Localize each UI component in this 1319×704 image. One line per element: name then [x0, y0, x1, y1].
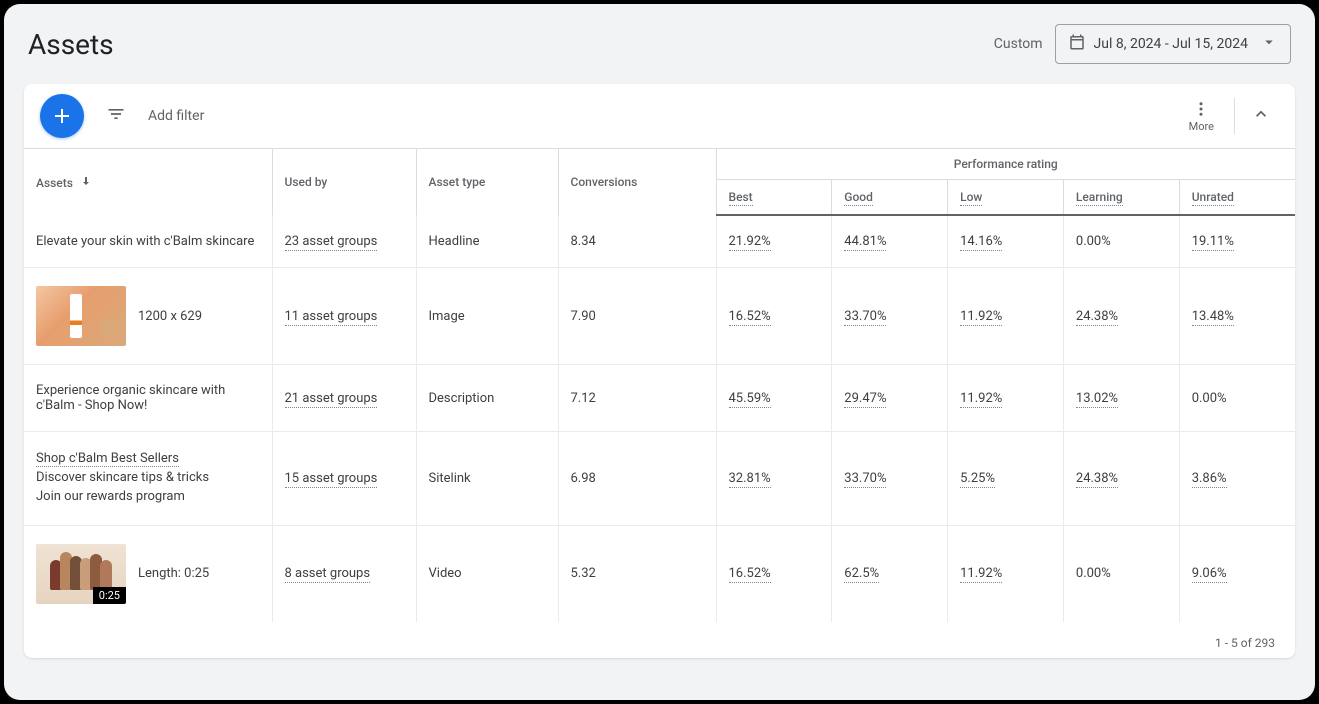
rating-good: 29.47% — [844, 391, 886, 408]
used-by-link[interactable]: 15 asset groups — [285, 471, 378, 488]
used-by-link[interactable]: 21 asset groups — [285, 391, 378, 408]
rating-good: 62.5% — [844, 566, 879, 583]
asset-type: Image — [416, 268, 558, 365]
rating-good: 33.70% — [844, 471, 886, 488]
conversions: 7.90 — [558, 268, 716, 365]
date-preset-label: Custom — [994, 36, 1043, 52]
assets-table: Assets Used by Asset type Conversions Pe… — [24, 148, 1295, 622]
rating-learning: 24.38% — [1076, 309, 1118, 326]
asset-type: Headline — [416, 215, 558, 268]
conversions: 5.32 — [558, 525, 716, 622]
asset-thumbnail[interactable]: 0:25 — [36, 544, 126, 604]
conversions: 8.34 — [558, 215, 716, 268]
asset-length: Length: 0:25 — [138, 566, 209, 581]
asset-text: Elevate your skin with c'Balm skincare — [36, 234, 254, 249]
more-menu-button[interactable]: More — [1177, 100, 1226, 133]
rating-learning: 0.00% — [1076, 234, 1111, 249]
table-row[interactable]: Elevate your skin with c'Balm skincare 2… — [24, 215, 1295, 268]
rating-low: 11.92% — [960, 309, 1002, 326]
col-best[interactable]: Best — [716, 180, 832, 216]
asset-type: Description — [416, 365, 558, 432]
col-conversions[interactable]: Conversions — [558, 149, 716, 216]
rating-best: 32.81% — [729, 471, 771, 488]
conversions: 7.12 — [558, 365, 716, 432]
rating-unrated: 9.06% — [1192, 566, 1227, 583]
chevron-up-icon — [1251, 104, 1271, 124]
col-good[interactable]: Good — [832, 180, 948, 216]
rating-unrated: 19.11% — [1192, 234, 1234, 251]
col-group-performance: Performance rating — [716, 149, 1295, 180]
rating-learning: 0.00% — [1076, 566, 1111, 581]
rating-good: 44.81% — [844, 234, 886, 251]
rating-good: 33.70% — [844, 309, 886, 326]
sitelink-desc-2: Join our rewards program — [36, 489, 185, 504]
date-range-picker[interactable]: Jul 8, 2024 - Jul 15, 2024 — [1055, 24, 1291, 64]
col-learning[interactable]: Learning — [1063, 180, 1179, 216]
rating-unrated: 13.48% — [1192, 309, 1234, 326]
caret-down-icon — [1260, 33, 1278, 55]
table-row[interactable]: Experience organic skincare with c'Balm … — [24, 365, 1295, 432]
rating-low: 11.92% — [960, 566, 1002, 583]
table-row[interactable]: 1200 x 629 11 asset groups Image 7.90 16… — [24, 268, 1295, 365]
more-label: More — [1189, 120, 1214, 133]
used-by-link[interactable]: 11 asset groups — [285, 309, 378, 326]
asset-thumbnail[interactable] — [36, 286, 126, 346]
rating-best: 21.92% — [729, 234, 771, 251]
asset-type: Sitelink — [416, 432, 558, 526]
assets-card: Add filter More Asse — [24, 84, 1295, 658]
sort-desc-icon — [80, 176, 92, 190]
add-asset-button[interactable] — [40, 94, 84, 138]
more-vert-icon — [1192, 100, 1210, 118]
rating-best: 16.52% — [729, 566, 771, 583]
video-duration-badge: 0:25 — [93, 587, 126, 604]
rating-low: 11.92% — [960, 391, 1002, 408]
rating-learning: 24.38% — [1076, 471, 1118, 488]
used-by-link[interactable]: 23 asset groups — [285, 234, 378, 251]
plus-icon — [50, 104, 74, 128]
col-assets[interactable]: Assets — [24, 149, 272, 216]
rating-low: 14.16% — [960, 234, 1002, 251]
col-asset-type[interactable]: Asset type — [416, 149, 558, 216]
rating-learning: 13.02% — [1076, 391, 1118, 408]
used-by-link[interactable]: 8 asset groups — [285, 566, 371, 583]
rating-unrated: 0.00% — [1192, 391, 1227, 406]
asset-type: Video — [416, 525, 558, 622]
collapse-button[interactable] — [1243, 96, 1279, 136]
pagination-label: 1 - 5 of 293 — [24, 622, 1295, 658]
add-filter-button[interactable]: Add filter — [148, 108, 204, 124]
sitelink-desc-1: Discover skincare tips & tricks — [36, 470, 209, 485]
rating-best: 16.52% — [729, 309, 771, 326]
divider — [1234, 98, 1235, 134]
page-title: Assets — [28, 28, 114, 61]
asset-text: Experience organic skincare with c'Balm … — [36, 383, 225, 413]
col-low[interactable]: Low — [948, 180, 1064, 216]
table-row[interactable]: Shop c'Balm Best Sellers Discover skinca… — [24, 432, 1295, 526]
rating-best: 45.59% — [729, 391, 771, 408]
table-row[interactable]: 0:25 Length: 0:25 8 asset groups Video 5… — [24, 525, 1295, 622]
conversions: 6.98 — [558, 432, 716, 526]
col-unrated[interactable]: Unrated — [1179, 180, 1295, 216]
col-used-by[interactable]: Used by — [272, 149, 416, 216]
asset-dimensions: 1200 x 629 — [138, 309, 202, 324]
sitelink-title[interactable]: Shop c'Balm Best Sellers — [36, 451, 179, 467]
rating-unrated: 3.86% — [1192, 471, 1227, 488]
calendar-icon — [1068, 33, 1086, 55]
date-range-text: Jul 8, 2024 - Jul 15, 2024 — [1094, 36, 1248, 52]
rating-low: 5.25% — [960, 471, 995, 488]
filter-icon[interactable] — [106, 104, 126, 128]
